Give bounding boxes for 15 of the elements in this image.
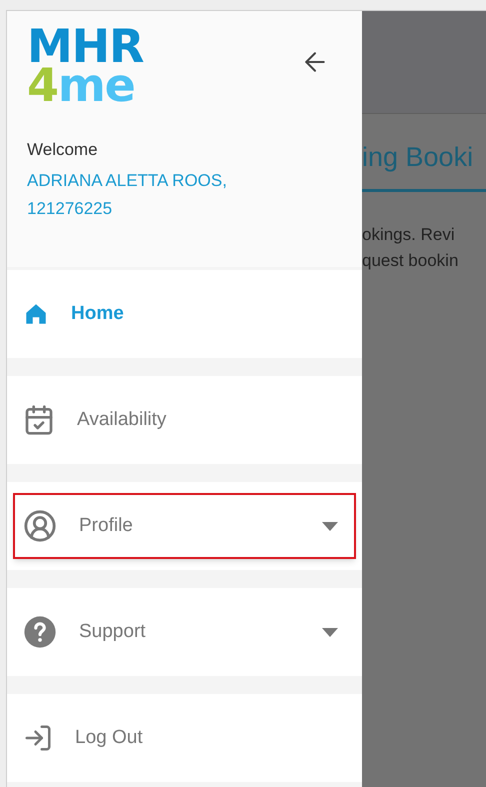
menu-item[interactable]: Profile — [13, 493, 356, 559]
welcome-label: Welcome — [27, 139, 99, 162]
caret-icon — [322, 522, 338, 530]
user-circle-icon — [23, 509, 57, 543]
page-text: okings. Revi — [362, 224, 456, 246]
caret-icon — [322, 628, 338, 636]
logo-text: MHR — [27, 27, 144, 66]
calendar-check-icon — [23, 404, 55, 436]
logout-icon — [23, 723, 53, 753]
logo-number: 4 — [27, 66, 58, 106]
page-text: quest bookin — [362, 250, 460, 272]
logo-text: me — [58, 66, 135, 106]
tab-label: ing Booki — [362, 140, 474, 174]
help-icon — [23, 615, 57, 649]
user-name: ADRIANA ALETTA ROOS, 121276225 — [27, 170, 228, 220]
